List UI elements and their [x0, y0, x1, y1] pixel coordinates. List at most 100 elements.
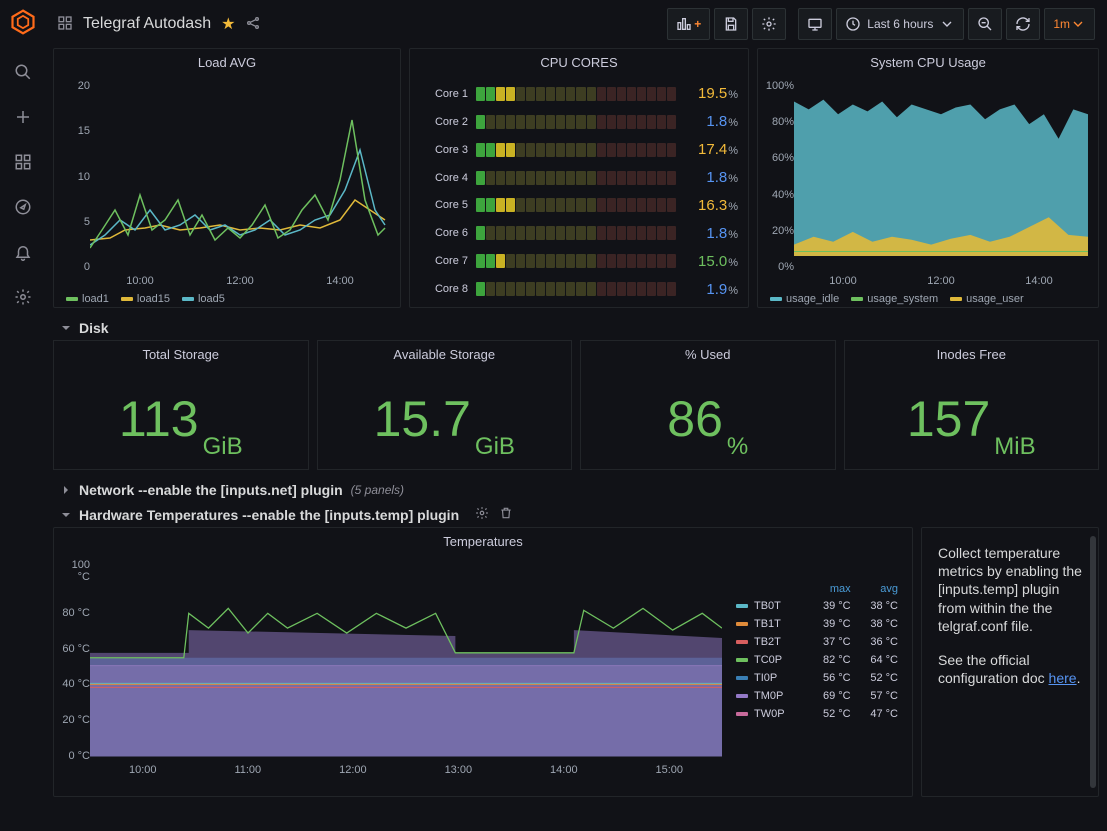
- core-value: 16.3%: [684, 197, 738, 214]
- legend-row[interactable]: TB2T37 °C36 °C: [732, 633, 902, 651]
- core-row: Core 61.8%: [420, 225, 738, 242]
- panel-cpu-cores[interactable]: CPU CORES Core 1 19.5% Core 2 1.8% Core 3 17.…: [409, 48, 749, 308]
- legend-item[interactable]: load5: [182, 293, 225, 305]
- stat-inodes-free[interactable]: Inodes Free 157MiB: [844, 340, 1100, 470]
- stat-value: 86: [667, 390, 723, 448]
- core-row: Core 81.9%: [420, 281, 738, 298]
- time-range-label: Last 6 hours: [867, 17, 933, 31]
- grafana-logo[interactable]: [9, 8, 37, 39]
- core-value: 1.8%: [684, 169, 738, 186]
- syscpu-chart: [794, 80, 1088, 256]
- config-icon[interactable]: [14, 288, 32, 309]
- core-row: Core 5 16.3%: [420, 197, 738, 214]
- temp-legend-table: maxavgTB0T39 °C38 °CTB1T39 °C38 °CTB2T37…: [732, 581, 902, 723]
- core-value: 15.0%: [684, 253, 738, 270]
- core-label: Core 3: [420, 144, 468, 156]
- gear-icon[interactable]: [475, 506, 489, 523]
- legend: load1 load15 load5: [66, 293, 390, 305]
- core-value: 1.8%: [684, 113, 738, 130]
- core-gauge: [476, 87, 676, 101]
- legend-item[interactable]: load1: [66, 293, 109, 305]
- star-icon[interactable]: ★: [221, 14, 235, 34]
- add-panel-button[interactable]: +: [667, 8, 710, 40]
- stat-title: Available Storage: [393, 341, 495, 368]
- legend-item[interactable]: usage_system: [851, 293, 938, 305]
- panel-title: Temperatures: [54, 528, 912, 555]
- temp-chart: [90, 559, 722, 757]
- page-title: Telegraf Autodash: [83, 15, 211, 33]
- legend-item[interactable]: usage_idle: [770, 293, 839, 305]
- trash-icon[interactable]: [499, 506, 513, 523]
- stat-value: 15.7: [374, 390, 471, 448]
- core-gauge: [476, 171, 676, 185]
- load-chart: [90, 80, 390, 260]
- core-gauge: [476, 282, 676, 296]
- refresh-interval-picker[interactable]: 1m: [1044, 8, 1095, 40]
- panel-title: CPU CORES: [410, 49, 748, 76]
- section-header-disk[interactable]: Disk: [53, 316, 1099, 340]
- core-value: 19.5%: [684, 85, 738, 102]
- stat-unit: MiB: [994, 433, 1035, 469]
- core-row: Core 3 17.4%: [420, 141, 738, 158]
- tv-button[interactable]: [798, 8, 832, 40]
- x-axis: 10:0012:0014:00: [794, 275, 1088, 287]
- zoom-out-button[interactable]: [968, 8, 1002, 40]
- info-paragraph: Collect temperature metrics by enabling …: [938, 544, 1082, 635]
- settings-button[interactable]: [752, 8, 786, 40]
- core-gauge: [476, 143, 676, 157]
- stat-value: 113: [119, 390, 199, 448]
- core-label: Core 5: [420, 199, 468, 211]
- dashboards-icon[interactable]: [14, 153, 32, 174]
- panel-info-text: Collect temperature metrics by enabling …: [921, 527, 1099, 797]
- legend-row[interactable]: TB0T39 °C38 °C: [732, 597, 902, 615]
- stat-unit: GiB: [203, 433, 243, 469]
- core-value: 17.4%: [684, 141, 738, 158]
- core-value: 1.9%: [684, 281, 738, 298]
- save-button[interactable]: [714, 8, 748, 40]
- section-header-temps[interactable]: Hardware Temperatures --enable the [inpu…: [53, 502, 1099, 527]
- legend-row[interactable]: TB1T39 °C38 °C: [732, 615, 902, 633]
- search-icon[interactable]: [14, 63, 32, 84]
- time-range-picker[interactable]: Last 6 hours: [836, 8, 964, 40]
- legend: usage_idle usage_system usage_user: [770, 293, 1088, 305]
- add-icon[interactable]: [14, 108, 32, 129]
- stat-percent-used[interactable]: % Used 86%: [580, 340, 836, 470]
- legend-row[interactable]: TI0P56 °C52 °C: [732, 669, 902, 687]
- x-axis: 10:0011:0012:0013:0014:0015:00: [90, 764, 722, 776]
- stat-total-storage[interactable]: Total Storage 113GiB: [53, 340, 309, 470]
- core-label: Core 2: [420, 116, 468, 128]
- chevron-down-icon: [61, 323, 71, 333]
- panel-load-avg[interactable]: Load AVG 20151050 10:0012:0014:00 load1l…: [53, 48, 401, 308]
- section-header-network[interactable]: Network --enable the [inputs.net] plugin…: [53, 478, 1099, 502]
- core-row: Core 2 1.8%: [420, 113, 738, 130]
- alerts-icon[interactable]: [14, 243, 32, 264]
- grid-icon[interactable]: [57, 15, 73, 34]
- section-title: Network --enable the [inputs.net] plugin: [79, 482, 343, 498]
- refresh-button[interactable]: [1006, 8, 1040, 40]
- panel-temperatures[interactable]: Temperatures 100 °C80 °C60 °C40 °C20 °C0…: [53, 527, 913, 797]
- section-title: Disk: [79, 320, 109, 336]
- share-icon[interactable]: [245, 15, 261, 34]
- panel-title: System CPU Usage: [758, 49, 1098, 76]
- explore-icon[interactable]: [14, 198, 32, 219]
- core-row: Core 41.8%: [420, 169, 738, 186]
- legend-item[interactable]: usage_user: [950, 293, 1024, 305]
- panel-system-cpu[interactable]: System CPU Usage 100%80%60%40%20%0% 10:0…: [757, 48, 1099, 308]
- stat-title: Inodes Free: [937, 341, 1006, 368]
- y-axis: 100%80%60%40%20%0%: [764, 80, 794, 273]
- core-gauge: [476, 198, 676, 212]
- core-gauge: [476, 254, 676, 268]
- legend-row[interactable]: TC0P82 °C64 °C: [732, 651, 902, 669]
- core-value: 1.8%: [684, 225, 738, 242]
- stat-unit: %: [727, 433, 748, 469]
- chevron-down-icon: [61, 510, 71, 520]
- x-axis: 10:0012:0014:00: [90, 275, 390, 287]
- legend-row[interactable]: TW0P52 °C47 °C: [732, 705, 902, 723]
- stat-available-storage[interactable]: Available Storage 15.7GiB: [317, 340, 573, 470]
- legend-item[interactable]: load15: [121, 293, 170, 305]
- core-label: Core 7: [420, 255, 468, 267]
- core-label: Core 1: [420, 88, 468, 100]
- legend-row[interactable]: TM0P69 °C57 °C: [732, 687, 902, 705]
- side-nav: [0, 0, 45, 831]
- info-link[interactable]: here: [1049, 670, 1077, 686]
